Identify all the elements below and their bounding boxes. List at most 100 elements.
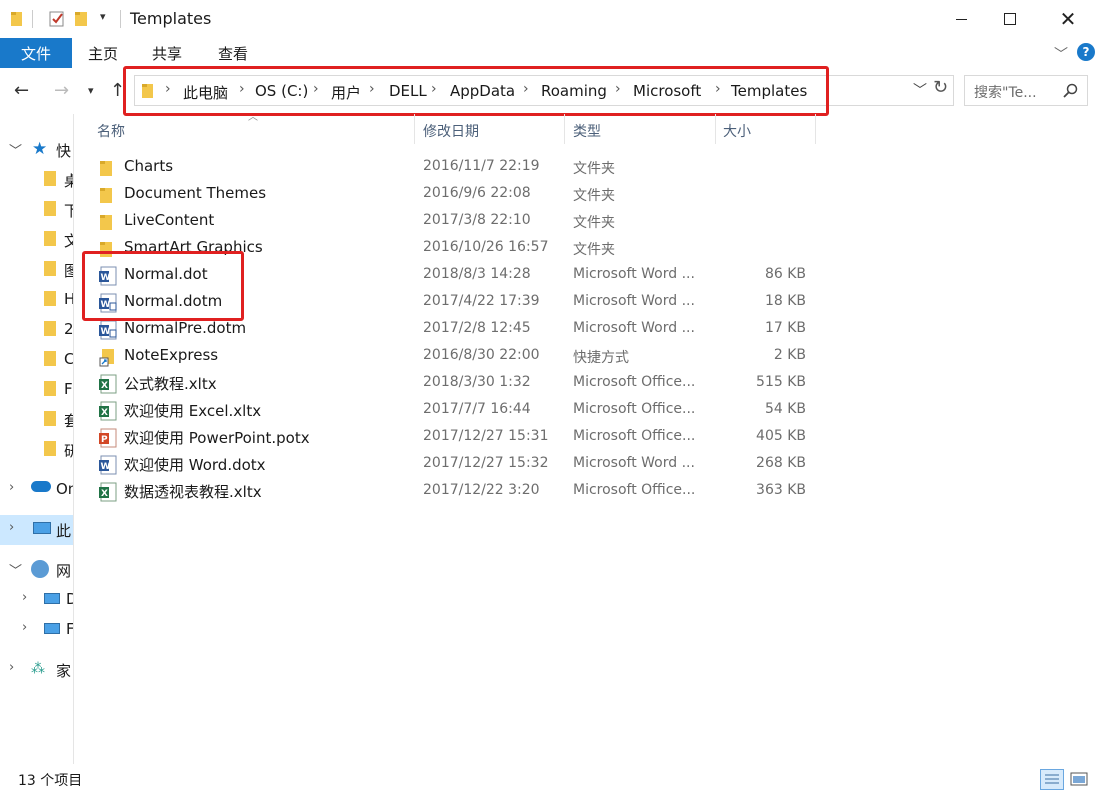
collapse-chevron-icon[interactable]: ﹀ <box>9 140 22 159</box>
nav-label: 此 <box>56 522 72 540</box>
file-date: 2017/3/8 22:10 <box>423 212 531 228</box>
column-divider[interactable] <box>564 114 565 144</box>
maximize-button[interactable] <box>982 0 1038 38</box>
expand-chevron-icon[interactable]: › <box>9 660 14 675</box>
nav-label: 套 <box>64 412 73 430</box>
file-row[interactable]: X 公式教程.xltx 2018/3/30 1:32 Microsoft Office… <box>88 370 816 397</box>
file-name: 欢迎使用 PowerPoint.potx <box>124 429 310 447</box>
column-header-size[interactable]: 大小 <box>723 121 751 141</box>
file-row[interactable]: P 欢迎使用 PowerPoint.potx 2017/12/27 15:31 Mic… <box>88 424 816 451</box>
nav-this-pc[interactable]: › 此 <box>0 515 73 545</box>
file-row[interactable]: Document Themes 2016/9/6 22:08 文件夹 <box>88 181 816 208</box>
nav-onedrive[interactable]: › On <box>0 475 73 505</box>
window-title: Templates <box>130 9 212 28</box>
minimize-button[interactable] <box>933 0 989 38</box>
folder-icon <box>98 158 118 178</box>
forward-button[interactable]: → <box>54 80 69 101</box>
file-row[interactable]: NoteExpress 2016/8/30 22:00 快捷方式 2 KB <box>88 343 816 370</box>
nav-quick-access-item[interactable]: H <box>0 285 73 315</box>
new-folder-icon[interactable] <box>74 10 90 28</box>
file-date: 2017/7/7 16:44 <box>423 401 531 417</box>
file-size: 18 KB <box>764 293 806 309</box>
cloud-icon <box>31 481 51 492</box>
column-divider[interactable] <box>715 114 716 144</box>
file-type: 文件夹 <box>573 215 615 231</box>
expand-chevron-icon[interactable]: › <box>9 480 14 495</box>
file-date: 2016/10/26 16:57 <box>423 239 549 255</box>
nav-quick-access-item[interactable]: F <box>0 375 73 405</box>
nav-network-item[interactable]: › D <box>0 585 73 615</box>
file-row[interactable]: X 欢迎使用 Excel.xltx 2017/7/7 16:44 Microsoft … <box>88 397 816 424</box>
nav-homegroup[interactable]: › ⁂ 家 <box>0 655 73 685</box>
excel-template-icon: X <box>98 482 118 502</box>
search-input[interactable]: 搜索"Te... <box>964 75 1088 106</box>
nav-quick-access-item[interactable]: 文 <box>0 225 73 255</box>
large-icons-view-icon[interactable] <box>1068 769 1092 790</box>
file-row[interactable]: W 欢迎使用 Word.dotx 2017/12/27 15:32 Microsoft… <box>88 451 816 478</box>
nav-network-item[interactable]: › F <box>0 615 73 645</box>
collapse-chevron-icon[interactable]: ﹀ <box>9 560 22 579</box>
search-icon[interactable] <box>1063 83 1079 99</box>
nav-label: 下 <box>64 202 73 220</box>
excel-template-icon: X <box>98 401 118 421</box>
qat-dropdown-icon[interactable]: ▾ <box>100 10 106 23</box>
file-row[interactable]: X 数据透视表教程.xltx 2017/12/22 3:20 Microsoft Of… <box>88 478 816 505</box>
close-icon: ✕ <box>1059 7 1077 31</box>
close-button[interactable]: ✕ <box>1040 0 1096 38</box>
file-size: 268 KB <box>756 455 806 471</box>
file-type: Microsoft Office... <box>573 428 696 444</box>
file-date: 2018/8/3 14:28 <box>423 266 531 282</box>
folder-icon <box>44 201 56 216</box>
column-header-name[interactable]: 名称 <box>97 121 125 141</box>
svg-text:P: P <box>101 435 108 445</box>
nav-quick-access-item[interactable]: 研 <box>0 435 73 465</box>
nav-quick-access-item[interactable]: 桌 <box>0 165 73 195</box>
nav-quick-access-item[interactable]: 2 <box>0 315 73 345</box>
file-row[interactable]: LiveContent 2017/3/8 22:10 文件夹 <box>88 208 816 235</box>
search-placeholder: 搜索"Te... <box>974 85 1037 101</box>
tab-view[interactable]: 查看 <box>218 43 248 64</box>
network-icon <box>31 560 49 578</box>
column-divider[interactable] <box>815 114 816 144</box>
file-type: Microsoft Office... <box>573 482 696 498</box>
file-name: NoteExpress <box>124 346 219 364</box>
file-row[interactable]: Charts 2016/11/7 22:19 文件夹 <box>88 154 816 181</box>
tab-home[interactable]: 主页 <box>88 43 118 64</box>
folder-icon <box>11 12 22 26</box>
file-type: Microsoft Word ... <box>573 293 695 309</box>
file-date: 2016/8/30 22:00 <box>423 347 540 363</box>
computer-icon <box>44 593 60 604</box>
nav-quick-access-item[interactable]: 套 <box>0 405 73 435</box>
ribbon-expand-icon[interactable]: ﹀ <box>1054 44 1068 64</box>
address-dropdown-icon[interactable]: ﹀ <box>913 80 927 100</box>
details-view-icon[interactable] <box>1040 769 1064 790</box>
expand-chevron-icon[interactable]: › <box>22 590 27 605</box>
column-header-row: ︿ 名称 修改日期 类型 大小 <box>88 112 818 144</box>
file-type: 文件夹 <box>573 188 615 204</box>
recent-locations-icon[interactable]: ▾ <box>88 84 94 97</box>
nav-network[interactable]: ﹀ 网 <box>0 555 73 585</box>
folder-icon <box>98 212 118 232</box>
svg-text:W: W <box>101 327 111 337</box>
expand-chevron-icon[interactable]: › <box>22 620 27 635</box>
column-header-type[interactable]: 类型 <box>573 121 601 141</box>
column-header-date[interactable]: 修改日期 <box>423 121 479 141</box>
address-highlight-box <box>123 66 829 116</box>
properties-icon[interactable] <box>48 10 66 28</box>
nav-quick-access-item[interactable]: 图 <box>0 255 73 285</box>
back-button[interactable]: ← <box>14 80 29 101</box>
folder-icon <box>44 411 56 426</box>
file-date: 2017/12/27 15:32 <box>423 455 549 471</box>
qat-divider <box>32 10 33 28</box>
expand-chevron-icon[interactable]: › <box>9 520 14 535</box>
help-icon[interactable]: ? <box>1077 43 1095 61</box>
nav-quick-access-item[interactable]: C <box>0 345 73 375</box>
nav-label: 快 <box>56 142 72 160</box>
nav-label: F <box>66 620 73 638</box>
column-divider[interactable] <box>414 114 415 144</box>
nav-quick-access[interactable]: ﹀ ★ 快 <box>0 135 73 165</box>
tab-file[interactable]: 文件 <box>0 38 72 68</box>
tab-share[interactable]: 共享 <box>152 43 182 64</box>
refresh-icon[interactable]: ↻ <box>933 77 948 98</box>
nav-quick-access-item[interactable]: 下 <box>0 195 73 225</box>
